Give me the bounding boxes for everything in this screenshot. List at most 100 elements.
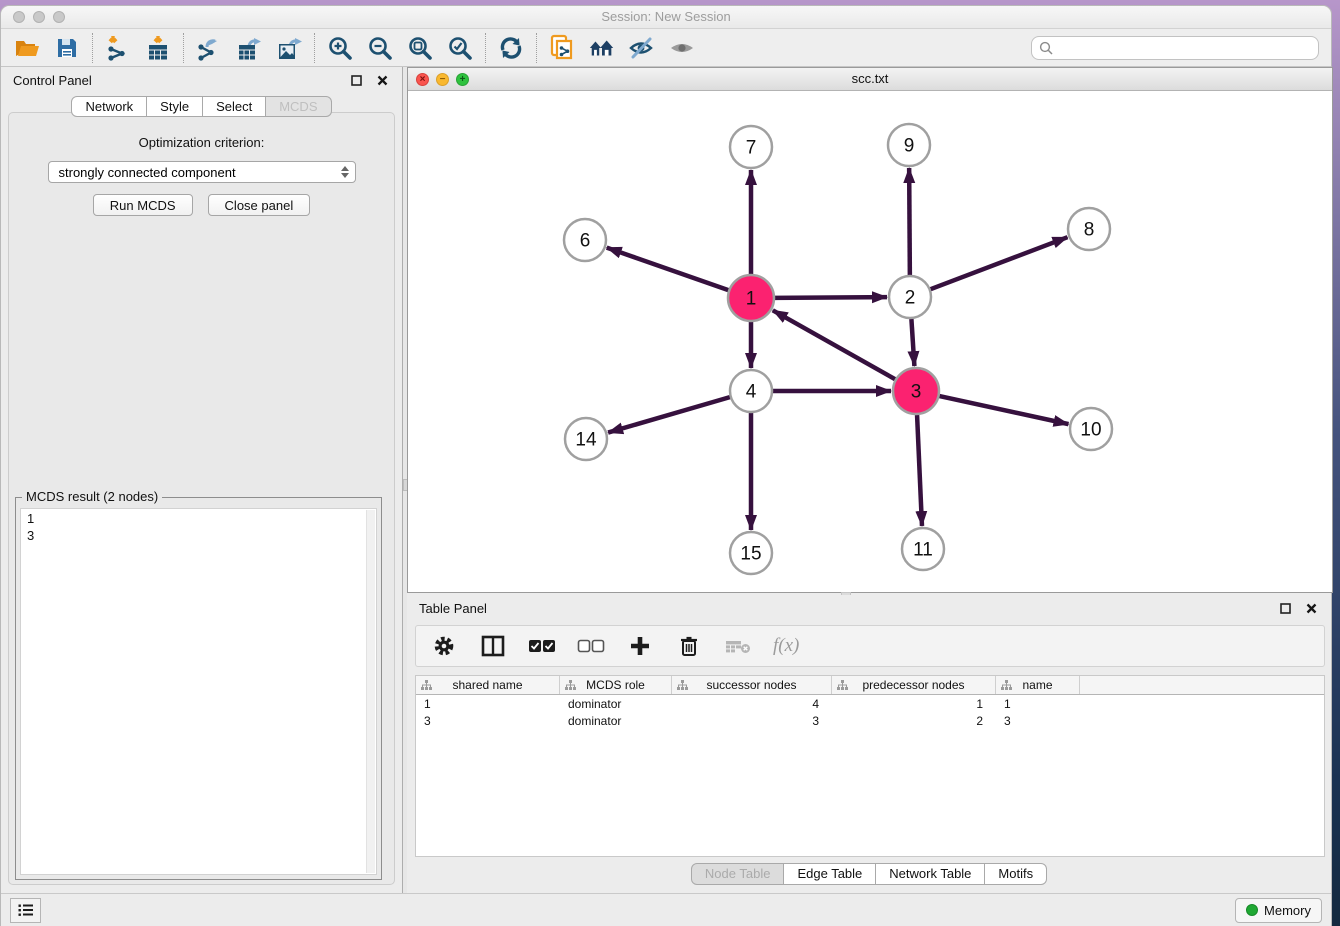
open-file-icon[interactable] bbox=[13, 34, 41, 62]
graph-edge-3-1[interactable] bbox=[773, 310, 895, 379]
network-close-icon[interactable]: × bbox=[416, 73, 429, 86]
network-window-titlebar[interactable]: × − + scc.txt bbox=[408, 68, 1332, 91]
export-network-icon[interactable] bbox=[195, 34, 223, 62]
optimization-criterion-select[interactable]: strongly connected component bbox=[48, 161, 356, 183]
close-panel-icon[interactable] bbox=[1303, 600, 1319, 616]
graph-node-2[interactable]: 2 bbox=[889, 276, 931, 318]
add-column-icon[interactable] bbox=[626, 632, 654, 660]
graph-edge-2-3[interactable] bbox=[911, 319, 914, 366]
table-options-gear-icon[interactable] bbox=[430, 632, 458, 660]
tab-mcds[interactable]: MCDS bbox=[266, 96, 331, 117]
clone-network-icon[interactable] bbox=[548, 34, 576, 62]
import-network-icon[interactable] bbox=[104, 34, 132, 62]
delete-column-icon[interactable] bbox=[675, 632, 703, 660]
tab-edge-table[interactable]: Edge Table bbox=[784, 863, 876, 885]
graph-edge-4-14[interactable] bbox=[608, 397, 730, 432]
table-tabs: Node TableEdge TableNetwork TableMotifs bbox=[407, 863, 1331, 885]
tab-network[interactable]: Network bbox=[71, 96, 147, 117]
close-panel-button[interactable]: Close panel bbox=[208, 194, 311, 216]
column-header-mcds-role[interactable]: MCDS role bbox=[560, 676, 672, 694]
memory-button[interactable]: Memory bbox=[1235, 898, 1322, 923]
table-row[interactable]: 3dominator323 bbox=[416, 712, 1324, 729]
table-cell[interactable]: 1 bbox=[416, 697, 560, 711]
export-table-icon[interactable] bbox=[235, 34, 263, 62]
show-all-icon[interactable] bbox=[668, 34, 696, 62]
network-graph[interactable]: 7 9 6 8 1 2 4 3 14 10 15 11 bbox=[408, 91, 1332, 592]
table-cell[interactable]: 1 bbox=[832, 697, 996, 711]
column-header-successor-nodes[interactable]: successor nodes bbox=[672, 676, 832, 694]
node-table[interactable]: shared nameMCDS rolesuccessor nodesprede… bbox=[415, 675, 1325, 857]
zoom-in-icon[interactable] bbox=[326, 34, 354, 62]
table-cell[interactable]: 3 bbox=[996, 714, 1080, 728]
close-panel-icon[interactable] bbox=[374, 72, 390, 88]
column-header-predecessor-nodes[interactable]: predecessor nodes bbox=[832, 676, 996, 694]
deselect-all-icon[interactable] bbox=[577, 632, 605, 660]
graph-node-3[interactable]: 3 bbox=[893, 368, 939, 414]
graph-edge-3-10[interactable] bbox=[939, 396, 1068, 424]
title-bar[interactable]: Session: New Session bbox=[1, 6, 1331, 29]
network-maximize-icon[interactable]: + bbox=[456, 73, 469, 86]
graph-edge-3-11[interactable] bbox=[917, 415, 922, 526]
close-window-icon[interactable] bbox=[13, 11, 25, 23]
select-all-icon[interactable] bbox=[528, 632, 556, 660]
graph-node-15[interactable]: 15 bbox=[730, 532, 772, 574]
graph-node-10[interactable]: 10 bbox=[1070, 408, 1112, 450]
window-controls[interactable] bbox=[13, 11, 65, 23]
column-visibility-icon[interactable] bbox=[479, 632, 507, 660]
import-table-icon[interactable] bbox=[144, 34, 172, 62]
table-cell[interactable]: 2 bbox=[832, 714, 996, 728]
table-row[interactable]: 1dominator411 bbox=[416, 695, 1324, 712]
graph-edge-2-8[interactable] bbox=[931, 237, 1068, 289]
first-neighbors-icon[interactable] bbox=[588, 34, 616, 62]
network-minimize-icon[interactable]: − bbox=[436, 73, 449, 86]
column-header-shared-name[interactable]: shared name bbox=[416, 676, 560, 694]
zoom-out-icon[interactable] bbox=[366, 34, 394, 62]
mcds-result-text: 1 3 bbox=[21, 509, 376, 545]
table-cell[interactable]: 3 bbox=[416, 714, 560, 728]
hide-selected-icon[interactable] bbox=[628, 34, 656, 62]
zoom-selected-icon[interactable] bbox=[446, 34, 474, 62]
result-scrollbar[interactable] bbox=[366, 510, 375, 873]
function-builder-icon: f(x) bbox=[773, 635, 799, 657]
graph-node-1[interactable]: 1 bbox=[728, 275, 774, 321]
svg-text:10: 10 bbox=[1080, 420, 1101, 441]
apply-layout-icon[interactable] bbox=[497, 34, 525, 62]
zoom-window-icon[interactable] bbox=[53, 11, 65, 23]
graph-node-7[interactable]: 7 bbox=[730, 126, 772, 168]
table-panel: Table Panel bbox=[407, 595, 1331, 893]
table-cell[interactable]: 1 bbox=[996, 697, 1080, 711]
graph-edge-1-2[interactable] bbox=[775, 297, 887, 298]
table-cell[interactable]: 3 bbox=[672, 714, 832, 728]
tab-select[interactable]: Select bbox=[203, 96, 266, 117]
toolbar-separator bbox=[92, 33, 93, 63]
minimize-window-icon[interactable] bbox=[33, 11, 45, 23]
tab-network-table[interactable]: Network Table bbox=[876, 863, 985, 885]
float-panel-icon[interactable] bbox=[348, 72, 364, 88]
graph-node-9[interactable]: 9 bbox=[888, 124, 930, 166]
table-cell[interactable]: 4 bbox=[672, 697, 832, 711]
zoom-fit-icon[interactable] bbox=[406, 34, 434, 62]
tab-motifs[interactable]: Motifs bbox=[985, 863, 1047, 885]
table-toolbar: f(x) bbox=[415, 625, 1325, 667]
tab-style[interactable]: Style bbox=[147, 96, 203, 117]
run-mcds-button[interactable]: Run MCDS bbox=[93, 194, 193, 216]
task-history-button[interactable] bbox=[10, 898, 41, 923]
graph-node-6[interactable]: 6 bbox=[564, 219, 606, 261]
graph-node-4[interactable]: 4 bbox=[730, 370, 772, 412]
network-canvas[interactable]: 7 9 6 8 1 2 4 3 14 10 15 11 bbox=[408, 91, 1332, 592]
table-cell[interactable]: dominator bbox=[560, 697, 672, 711]
table-cell[interactable]: dominator bbox=[560, 714, 672, 728]
mcds-result-box[interactable]: 1 3 bbox=[20, 508, 377, 875]
graph-edge-2-9[interactable] bbox=[909, 168, 910, 275]
search-input[interactable] bbox=[1058, 40, 1311, 55]
export-image-icon[interactable] bbox=[275, 34, 303, 62]
tab-node-table[interactable]: Node Table bbox=[691, 863, 785, 885]
save-session-icon[interactable] bbox=[53, 34, 81, 62]
graph-edge-1-6[interactable] bbox=[607, 248, 729, 290]
float-panel-icon[interactable] bbox=[1277, 600, 1293, 616]
graph-node-11[interactable]: 11 bbox=[902, 528, 944, 570]
graph-node-8[interactable]: 8 bbox=[1068, 208, 1110, 250]
graph-node-14[interactable]: 14 bbox=[565, 418, 607, 460]
search-box[interactable] bbox=[1031, 36, 1319, 60]
column-header-name[interactable]: name bbox=[996, 676, 1080, 694]
